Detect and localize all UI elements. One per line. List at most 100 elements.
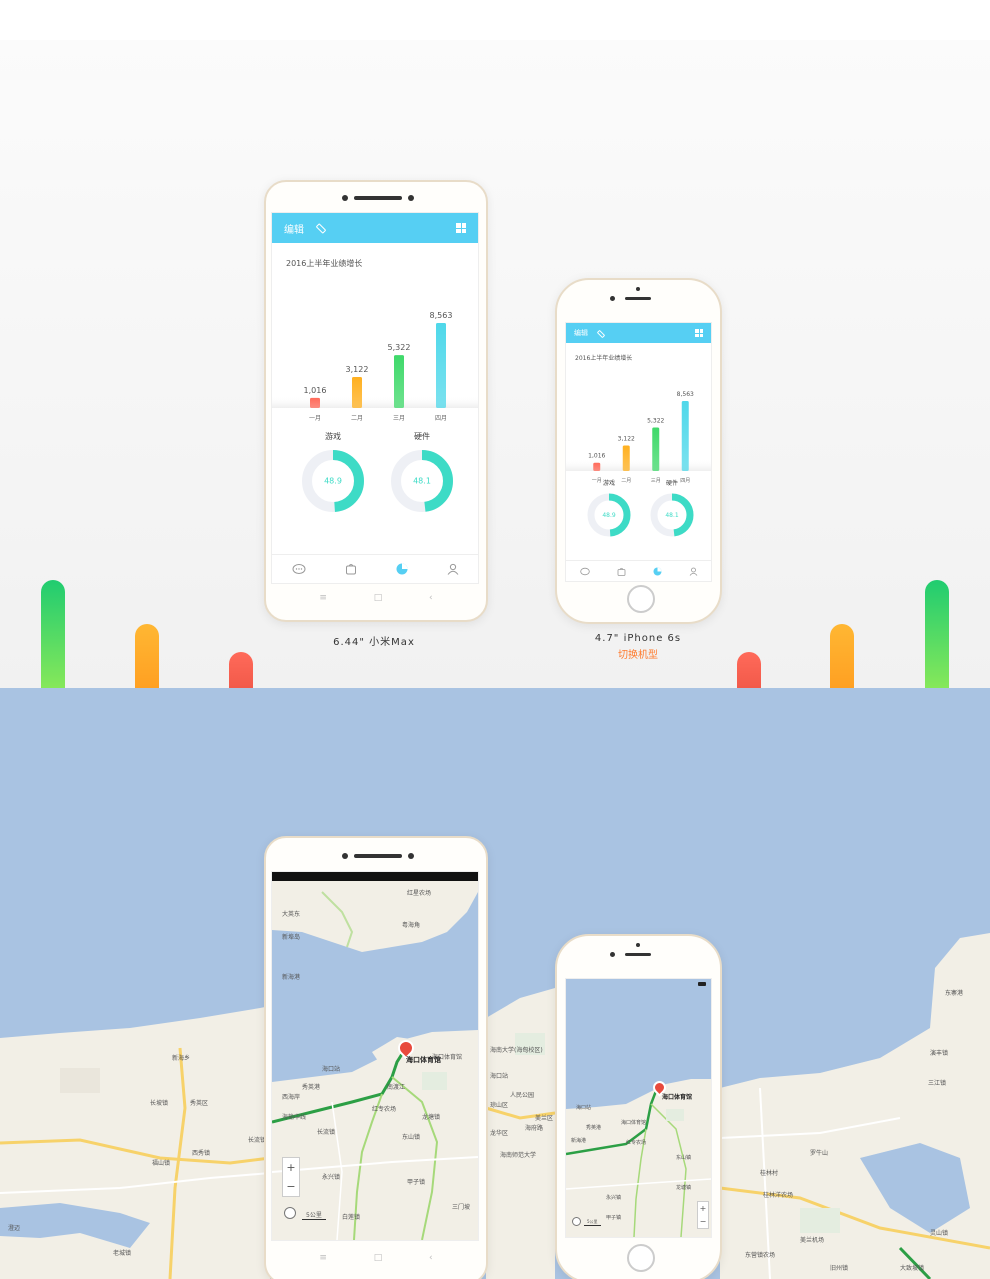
front-camera xyxy=(342,853,348,859)
pencil-icon[interactable] xyxy=(315,223,327,234)
map-label: 甲子镇 xyxy=(606,1215,622,1221)
map-label: 长坡镇 xyxy=(150,1100,169,1107)
earpiece xyxy=(354,196,402,200)
map-label: 海口体育馆 xyxy=(621,1120,647,1126)
phone-mi-max-map: 海口体育馆 红星农场 大英东 新埠岛 粤海角 海口站 红专农场 东山镇 龙塘镇 … xyxy=(264,836,488,1279)
map-label: 龙塘镇 xyxy=(422,1114,441,1121)
sensor xyxy=(636,943,640,947)
menu-icon[interactable]: ≡ xyxy=(319,1253,327,1263)
bar-category-label: 四月 xyxy=(435,415,447,422)
donut-value: 48.9 xyxy=(324,477,342,486)
grid-icon[interactable] xyxy=(695,329,703,337)
front-camera xyxy=(610,296,615,301)
earpiece xyxy=(354,854,402,858)
map-label: 红专农场 xyxy=(626,1140,647,1146)
back-icon[interactable]: ‹ xyxy=(429,593,433,603)
home-button[interactable] xyxy=(627,1244,655,1272)
map-label: 桂林村 xyxy=(760,1170,779,1177)
map-label: 东营镇农场 xyxy=(745,1252,776,1259)
map-label: 琼山区 xyxy=(490,1102,509,1109)
pie-chart-icon[interactable] xyxy=(396,563,408,575)
bar-1 xyxy=(593,462,601,471)
home-icon[interactable]: □ xyxy=(374,593,383,603)
map-label: 新海港 xyxy=(571,1138,587,1144)
pencil-icon[interactable] xyxy=(596,329,606,339)
bar-2 xyxy=(352,377,362,408)
bar-value-label: 8,563 xyxy=(677,391,694,398)
map-label: 美兰机场 xyxy=(800,1237,825,1244)
sensor xyxy=(408,853,414,859)
donut-games: 游戏 48.9 xyxy=(584,478,634,544)
donut-hardware-label: 硬件 xyxy=(414,432,430,441)
menu-icon[interactable]: ≡ xyxy=(319,593,327,603)
bar-4 xyxy=(681,401,689,471)
map-label: 东寨港 xyxy=(945,990,964,997)
bar-3 xyxy=(394,355,404,408)
switch-model-link[interactable]: 切换机型 xyxy=(578,646,698,661)
profile-icon[interactable] xyxy=(689,567,698,576)
map-label: 龙塘镇 xyxy=(676,1185,692,1191)
map-label: 龙华区 xyxy=(490,1130,509,1137)
grid-icon[interactable] xyxy=(456,223,466,233)
bar-value-label: 3,122 xyxy=(346,365,369,374)
chat-icon[interactable] xyxy=(292,563,306,575)
map-label: 海口站 xyxy=(576,1105,592,1111)
map-screen[interactable]: 海口体育馆 红星农场 大英东 新埠岛 粤海角 海口站 红专农场 东山镇 龙塘镇 … xyxy=(271,871,479,1241)
pie-chart-icon[interactable] xyxy=(653,567,662,576)
zoom-out-icon[interactable]: − xyxy=(286,1180,295,1193)
map-label: 海口站 xyxy=(490,1073,509,1080)
donut-value: 48.9 xyxy=(602,512,616,519)
back-icon[interactable]: ‹ xyxy=(429,1253,433,1263)
map-label: 老城镇 xyxy=(113,1250,132,1257)
map-label: 白莲镇 xyxy=(342,1214,361,1221)
bar-3 xyxy=(652,427,660,471)
app-header: 编辑 xyxy=(566,323,711,343)
earpiece xyxy=(625,953,651,956)
caption-iphone: 4.7" iPhone 6s xyxy=(594,633,682,644)
map-screen[interactable]: 海口体育馆 海口站 永兴镇 红专农场 东山镇 龙塘镇 秀英港 甲子镇 新海港 海… xyxy=(565,978,712,1238)
map-label: 桂林洋农场 xyxy=(763,1192,794,1199)
chart-baseline xyxy=(272,396,478,408)
sensor xyxy=(636,287,640,291)
profile-icon[interactable] xyxy=(447,563,459,575)
front-camera xyxy=(610,952,615,957)
bar-2 xyxy=(622,445,630,471)
map-label: 秀英区 xyxy=(190,1100,209,1107)
locate-icon[interactable] xyxy=(572,1217,581,1226)
map-label: 红星农场 xyxy=(407,890,432,897)
map-label: 新海乡 xyxy=(172,1055,191,1062)
map-label: 南渡江 xyxy=(387,1084,406,1091)
background-map xyxy=(0,933,990,1279)
map-label: 旧州镇 xyxy=(830,1265,849,1272)
home-icon[interactable]: □ xyxy=(374,1253,383,1263)
map-label: 西海岸 xyxy=(282,1094,301,1101)
earpiece xyxy=(625,297,651,300)
bar-1 xyxy=(310,397,320,408)
map-label: 长流镇 xyxy=(317,1129,336,1136)
edit-label[interactable]: 编辑 xyxy=(284,221,304,236)
zoom-out-icon[interactable]: − xyxy=(700,1217,707,1226)
bar-chart: 1,016一月3,122二月5,322三月8,563四月 xyxy=(566,391,711,484)
map-label: 灵山镇 xyxy=(930,1230,949,1237)
map-label: 海榆中线 xyxy=(282,1114,307,1121)
map-label: 东山镇 xyxy=(402,1134,421,1141)
bag-icon[interactable] xyxy=(617,567,626,576)
chat-icon[interactable] xyxy=(579,567,590,576)
bar-value-label: 1,016 xyxy=(304,386,327,395)
bar-value-label: 1,016 xyxy=(588,453,605,460)
map-label: 红专农场 xyxy=(372,1106,397,1113)
zoom-in-icon[interactable]: + xyxy=(286,1161,295,1174)
map-label: 人民公园 xyxy=(510,1092,535,1099)
map-label: 东山镇 xyxy=(676,1155,692,1161)
zoom-in-icon[interactable]: + xyxy=(700,1204,707,1213)
home-button[interactable] xyxy=(627,585,655,613)
bar-value-label: 5,322 xyxy=(647,417,664,424)
map-label: 秀英港 xyxy=(302,1084,321,1091)
edit-label[interactable]: 编辑 xyxy=(574,328,588,338)
zoom-control: + − xyxy=(282,1157,300,1197)
map-label: 美兰区 xyxy=(535,1115,554,1122)
locate-icon[interactable] xyxy=(284,1207,296,1219)
front-camera xyxy=(342,195,348,201)
bag-icon[interactable] xyxy=(345,563,357,575)
map-label: 新海港 xyxy=(282,974,301,981)
